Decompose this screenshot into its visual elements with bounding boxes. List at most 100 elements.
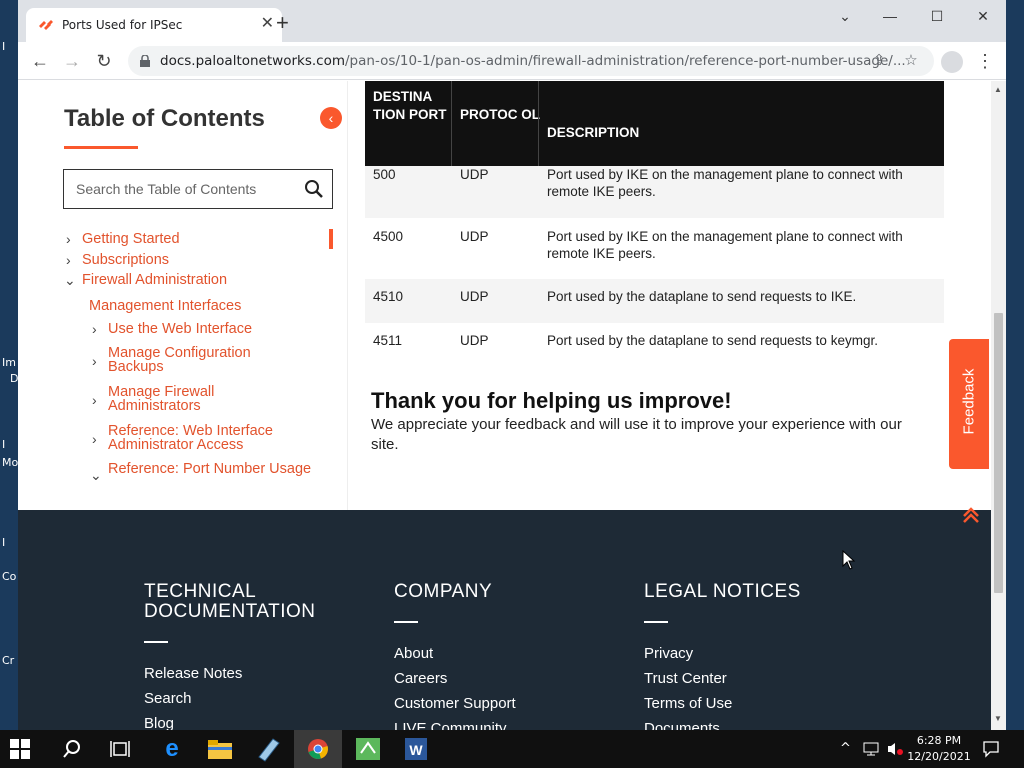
toc-panel: Table of Contents ‹ › Getting Started › …	[18, 81, 348, 510]
desktop-icon-label[interactable]: Cr	[2, 654, 14, 667]
profile-avatar[interactable]	[941, 51, 963, 73]
toc-collapse-button[interactable]: ‹	[320, 107, 342, 129]
maximize-icon[interactable]: ☐	[922, 4, 952, 28]
footer-link[interactable]: Trust Center	[644, 670, 727, 687]
notepad-icon[interactable]	[253, 735, 283, 763]
cell-protocol: UDP	[460, 229, 489, 244]
toc-item-getting-started[interactable]: Getting Started	[82, 232, 180, 247]
notification-icon[interactable]	[982, 740, 1000, 758]
toc-item-manage-firewall-admins[interactable]: Manage Firewall Administrators	[108, 385, 308, 414]
tray-chevron-icon[interactable]: ^	[840, 741, 851, 756]
footer-link[interactable]: Customer Support	[394, 695, 516, 712]
toc-item-management-interfaces[interactable]: Management Interfaces	[89, 299, 241, 314]
paloalto-favicon-icon	[39, 20, 53, 30]
browser-toolbar: ← → ↻ docs.paloaltonetworks.com/pan-os/1…	[18, 42, 1006, 80]
windows-start-icon[interactable]	[10, 739, 30, 759]
menu-kebab-icon[interactable]: ⋮	[976, 50, 994, 72]
scroll-up-icon[interactable]: ▲	[994, 85, 1002, 94]
network-icon[interactable]	[862, 741, 880, 757]
url-text: docs.paloaltonetworks.com/pan-os/10-1/pa…	[160, 53, 906, 69]
toc-item-use-web-interface[interactable]: Use the Web Interface	[108, 322, 252, 337]
back-to-top-icon[interactable]	[961, 504, 981, 524]
clock-time[interactable]: 6:28 PM	[914, 734, 964, 747]
chevron-right-icon[interactable]: ›	[92, 321, 104, 337]
footer-link[interactable]: Release Notes	[144, 665, 242, 682]
footer-link[interactable]: Blog	[144, 715, 174, 730]
close-window-icon[interactable]: ✕	[968, 4, 998, 28]
desktop-icon-label[interactable]: I	[2, 536, 5, 549]
desktop-icon-label[interactable]: Co	[2, 570, 16, 583]
thanks-heading: Thank you for helping us improve!	[371, 388, 732, 413]
cell-description: Port used by IKE on the management plane…	[547, 229, 903, 261]
header-description: DESCRIPTION	[547, 125, 640, 140]
header-protocol: PROTOC OL	[460, 107, 541, 122]
chevron-right-icon[interactable]: ›	[92, 392, 104, 408]
header-destination-port: DESTINA TION PORT	[373, 89, 447, 122]
lock-icon	[140, 55, 150, 67]
toc-search-input[interactable]	[74, 178, 294, 200]
scrollbar-thumb[interactable]	[994, 313, 1003, 593]
tab-close-icon[interactable]: ✕	[261, 15, 274, 33]
desktop-icon-label[interactable]: I	[2, 438, 5, 451]
word-icon[interactable]: W	[401, 735, 431, 763]
new-tab-icon[interactable]: +	[276, 12, 289, 34]
browser-tab[interactable]: Ports Used for IPSec ✕	[26, 8, 282, 42]
share-icon[interactable]: ⇪	[870, 52, 888, 70]
search-icon[interactable]	[62, 739, 82, 759]
footer-col-rule	[144, 641, 168, 643]
cell-protocol: UDP	[460, 289, 489, 304]
footer-link[interactable]: LIVE Community	[394, 720, 507, 730]
chevron-right-icon[interactable]: ›	[92, 431, 104, 447]
tab-title: Ports Used for IPSec	[62, 18, 183, 32]
footer-col-rule	[394, 621, 418, 623]
table-row: 500 UDP Port used by IKE on the manageme…	[365, 166, 944, 218]
address-bar[interactable]: docs.paloaltonetworks.com/pan-os/10-1/pa…	[128, 46, 934, 76]
desktop-icon-label[interactable]: Im	[2, 356, 16, 369]
cell-port: 4510	[373, 289, 404, 304]
footer-link[interactable]: Careers	[394, 670, 447, 687]
chevron-right-icon[interactable]: ›	[66, 252, 78, 268]
minimize-icon[interactable]: —	[875, 4, 905, 28]
toc-title: Table of Contents	[64, 105, 265, 132]
toc-item-manage-config-backups[interactable]: Manage Configuration Backups	[108, 346, 308, 375]
chevron-right-icon[interactable]: ›	[92, 353, 104, 369]
bookmark-star-icon[interactable]: ☆	[902, 52, 920, 70]
cell-protocol: UDP	[460, 333, 489, 348]
chevron-right-icon[interactable]: ›	[66, 231, 78, 247]
footer-col-title: COMPANY	[394, 581, 493, 602]
toc-item-firewall-administration[interactable]: Firewall Administration	[82, 273, 227, 288]
table-header: DESTINA TION PORT PROTOC OL DESCRIPTION	[365, 81, 944, 166]
page-scrollbar[interactable]: ▲ ▼	[991, 81, 1006, 730]
header-divider	[451, 81, 452, 166]
cell-description: Port used by the dataplane to send reque…	[547, 333, 878, 348]
back-icon[interactable]: ←	[28, 50, 52, 72]
thanks-body: We appreciate your feedback and will use…	[371, 416, 902, 453]
search-icon[interactable]	[304, 179, 324, 199]
file-explorer-icon[interactable]	[205, 735, 235, 763]
task-view-icon[interactable]	[110, 739, 130, 759]
footer-col-rule	[644, 621, 668, 623]
internet-explorer-icon[interactable]: e	[157, 735, 187, 763]
desktop-icon-label[interactable]: Mo	[2, 456, 18, 469]
scroll-down-icon[interactable]: ▼	[994, 714, 1002, 723]
toc-item-web-interface-admin-access[interactable]: Reference: Web Interface Administrator A…	[108, 424, 323, 453]
tab-search-icon[interactable]: ⌄	[830, 4, 860, 28]
chevron-down-icon[interactable]: ⌄	[90, 467, 102, 484]
feedback-tab-button[interactable]: Feedback	[949, 339, 989, 469]
chevron-down-icon[interactable]: ⌄	[64, 272, 76, 289]
footer-link[interactable]: About	[394, 645, 433, 662]
toc-item-port-number-usage[interactable]: Reference: Port Number Usage	[108, 462, 323, 477]
toc-item-subscriptions[interactable]: Subscriptions	[82, 253, 169, 268]
clock-date[interactable]: 12/20/2021	[906, 750, 972, 763]
forward-icon[interactable]: →	[60, 50, 84, 72]
reload-icon[interactable]: ↻	[92, 50, 116, 72]
footer-link[interactable]: Privacy	[644, 645, 693, 662]
volume-muted-icon[interactable]	[886, 741, 904, 757]
toc-scroll-indicator[interactable]	[329, 229, 333, 249]
chrome-taskbar-button[interactable]	[294, 730, 342, 768]
footer-link[interactable]: Search	[144, 690, 192, 707]
network-app-icon[interactable]	[353, 735, 383, 763]
footer-link[interactable]: Terms of Use	[644, 695, 732, 712]
footer-link[interactable]: Documents	[644, 720, 720, 730]
desktop-icon-label[interactable]: I	[2, 40, 5, 53]
